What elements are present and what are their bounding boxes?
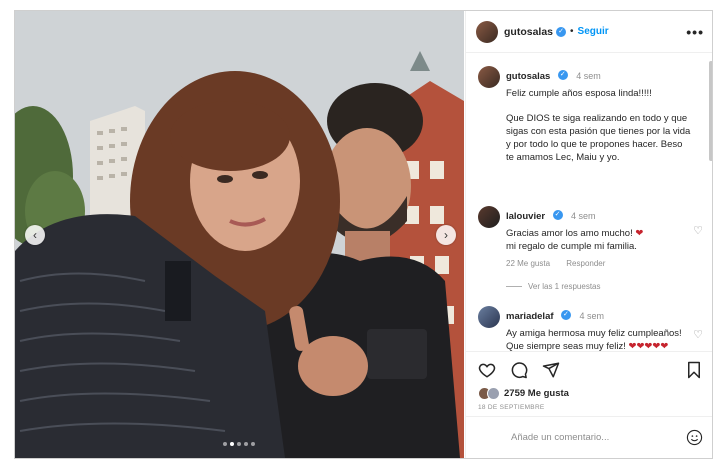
scrollbar-thumb[interactable] [709, 61, 712, 161]
verified-icon: ✓ [552, 209, 563, 220]
author-username[interactable]: gutosalas [504, 26, 553, 38]
caption-text: Feliz cumple años esposa linda!!!!! Que … [506, 87, 691, 164]
comment-likes-link[interactable]: 22 Me gusta [506, 259, 550, 268]
carousel-indicator [223, 442, 255, 446]
selfie-illustration [15, 11, 464, 458]
view-replies[interactable]: Ver las 1 respuestas [506, 282, 706, 291]
red-hearts-emoji: ❤❤❤❤❤ [628, 341, 669, 351]
post-actions: 2759 Me gusta 18 DE SEPTIEMBRE [466, 351, 712, 411]
carousel-dot [237, 442, 241, 446]
bookmark-icon[interactable] [685, 361, 703, 379]
more-options-icon[interactable]: ••• [686, 24, 704, 40]
chevron-left-icon: ‹ [33, 228, 37, 242]
verified-icon: ✓ [560, 309, 571, 320]
red-heart-emoji: ❤ [635, 228, 644, 239]
carousel-dot [251, 442, 255, 446]
commenter-avatar[interactable] [478, 306, 500, 328]
likes-label[interactable]: Me gusta [528, 388, 569, 399]
comment-text-line: Gracias amor los amo mucho! [506, 228, 633, 239]
comment-meta: 22 Me gusta Responder [506, 259, 691, 268]
caption-username[interactable]: gutosalas [506, 71, 550, 82]
caption-paragraph: Que DIOS te siga realizando en todo y qu… [506, 113, 691, 163]
comment-time[interactable]: 4 sem [571, 211, 596, 221]
comment-body: mariadelaf ✓ 4 sem Ay amiga hermosa muy … [506, 306, 691, 351]
action-icons-row [478, 360, 703, 380]
comment-icon[interactable] [510, 361, 528, 379]
comment-text: Gracias amor los amo mucho! ❤ mi regalo … [506, 227, 691, 253]
caption-time[interactable]: 4 sem [576, 71, 601, 81]
heart-icon[interactable] [478, 361, 496, 379]
add-comment-input[interactable] [511, 432, 671, 443]
liker-avatar [487, 387, 500, 400]
verified-icon: ✓ [556, 26, 567, 37]
instagram-post-frame: ‹ › gutosalas ✓ • Seguir ••• gutosalas ✓… [14, 10, 713, 459]
comment-text: Ay amiga hermosa muy feliz cumpleaños! Q… [506, 327, 691, 351]
comment-text-line: mi regalo de cumple mi familia. [506, 241, 637, 252]
commenter-username[interactable]: lalouvier [506, 211, 545, 222]
post-date[interactable]: 18 DE SEPTIEMBRE [478, 404, 703, 411]
commenter-username[interactable]: mariadelaf [506, 311, 554, 322]
comment-composer [466, 416, 712, 458]
comments-scrollbar[interactable] [709, 57, 712, 347]
next-slide-button[interactable]: › [436, 225, 456, 245]
carousel-dot-active [230, 442, 234, 446]
emoji-icon[interactable] [686, 429, 703, 446]
post-side-panel: gutosalas ✓ • Seguir ••• gutosalas ✓ 4 s… [465, 11, 712, 458]
carousel-dot [244, 442, 248, 446]
previous-slide-button[interactable]: ‹ [25, 225, 45, 245]
share-icon[interactable] [542, 361, 560, 379]
follow-button[interactable]: Seguir [578, 26, 609, 37]
likes-number[interactable]: 2759 [504, 388, 525, 399]
view-replies-label[interactable]: Ver las 1 respuestas [528, 282, 600, 291]
reply-button[interactable]: Responder [566, 259, 605, 268]
replies-line [506, 286, 522, 287]
separator-dot: • [570, 26, 574, 37]
likes-row: 2759 Me gusta [478, 387, 703, 400]
post-photo[interactable]: ‹ › [15, 11, 464, 458]
author-avatar[interactable] [476, 20, 498, 43]
caption-avatar[interactable] [478, 66, 500, 88]
carousel-dot [223, 442, 227, 446]
like-comment-heart-icon[interactable]: ♡ [693, 328, 703, 341]
likes-count[interactable]: 2759 Me gusta [504, 388, 569, 399]
caption-body: gutosalas ✓ 4 sem Feliz cumple años espo… [506, 66, 691, 176]
verified-icon: ✓ [557, 69, 568, 80]
caption-paragraph: Feliz cumple años esposa linda!!!!! [506, 88, 652, 99]
chevron-right-icon: › [444, 228, 448, 242]
post-header: gutosalas ✓ • Seguir ••• [466, 11, 712, 53]
comment-body: lalouvier ✓ 4 sem Gracias amor los amo m… [506, 206, 691, 268]
comments-list: gutosalas ✓ 4 sem Feliz cumple años espo… [466, 54, 706, 351]
view-replies-row[interactable]: Ver las 1 respuestas [506, 282, 706, 291]
commenter-avatar[interactable] [478, 206, 500, 228]
comment-time[interactable]: 4 sem [579, 311, 604, 321]
like-comment-heart-icon[interactable]: ♡ [693, 224, 703, 237]
